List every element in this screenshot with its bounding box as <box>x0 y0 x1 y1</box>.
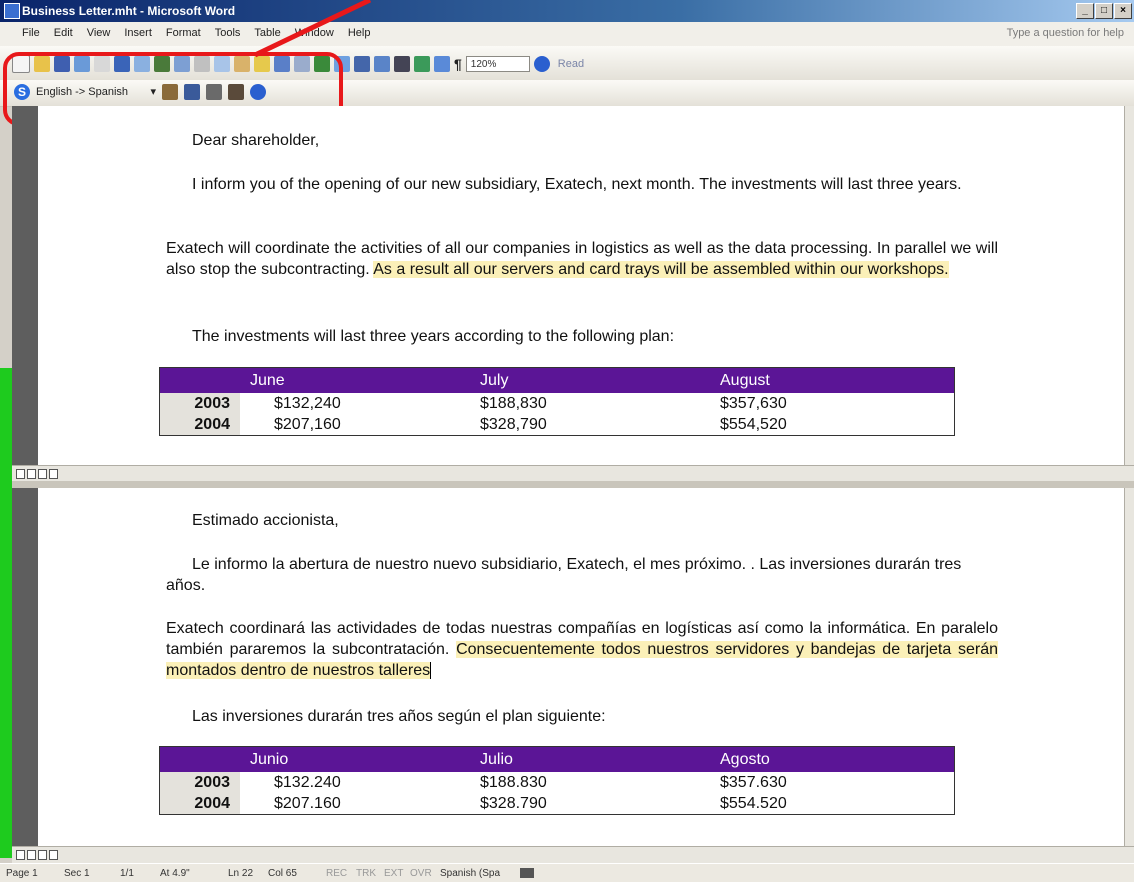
year-cell: 2003 <box>159 772 240 793</box>
view-buttons[interactable] <box>16 850 58 860</box>
status-position: At 4.9" <box>160 868 190 879</box>
green-edge <box>0 368 12 858</box>
paragraph-3-english: The investments will last three years ac… <box>192 328 675 345</box>
year-cell: 2003 <box>159 393 240 414</box>
drawing-icon[interactable] <box>414 56 430 72</box>
table-cell: $132,240 <box>274 394 341 412</box>
status-section: Sec 1 <box>64 868 90 879</box>
menu-insert[interactable]: Insert <box>122 27 154 39</box>
status-language[interactable]: Spanish (Spa <box>440 868 500 879</box>
year-cell: 2004 <box>159 793 240 815</box>
table-cell: $207.160 <box>274 794 341 812</box>
window-title: Business Letter.mht - Microsoft Word <box>22 4 236 18</box>
status-trk[interactable]: TRK <box>356 868 376 879</box>
show-formatting-icon[interactable]: ¶ <box>454 56 462 72</box>
minimize-button[interactable]: _ <box>1076 3 1094 19</box>
table-cell: $328,790 <box>480 415 547 433</box>
menu-bar: File Edit View Insert Format Tools Table… <box>0 22 1134 47</box>
year-cell: 2004 <box>159 414 240 436</box>
table-cell: $132.240 <box>274 773 341 791</box>
greeting-english: Dear shareholder, <box>192 132 320 149</box>
status-pages: 1/1 <box>120 868 134 879</box>
left-gutter-top <box>12 106 38 465</box>
table-header: June <box>240 367 480 393</box>
text-cursor <box>430 662 432 679</box>
read-button[interactable]: Read <box>558 58 584 70</box>
left-gutter-bottom <box>12 488 38 846</box>
paragraph-1-english: I inform you of the opening of our new s… <box>192 176 962 193</box>
help-search-input[interactable]: Type a question for help <box>1007 27 1124 39</box>
maximize-button[interactable]: □ <box>1095 3 1113 19</box>
status-bar: Page 1 Sec 1 1/1 At 4.9" Ln 22 Col 65 RE… <box>0 863 1134 882</box>
document-map-icon[interactable] <box>434 56 450 72</box>
table-header: August <box>720 367 955 393</box>
annotation-arrow <box>253 0 372 58</box>
split-bar[interactable] <box>12 481 1134 488</box>
close-button[interactable]: × <box>1114 3 1132 19</box>
status-line: Ln 22 <box>228 868 254 879</box>
table-cell: $554.520 <box>720 794 787 812</box>
menu-view[interactable]: View <box>85 27 113 39</box>
menu-file[interactable]: File <box>20 27 42 39</box>
word-app-icon <box>4 3 20 19</box>
paragraph-1-spanish: Le informo la abertura de nuestro nuevo … <box>166 556 962 594</box>
paragraph-3-spanish: Las inversiones durarán tres años según … <box>192 708 606 725</box>
spelling-status-icon[interactable] <box>520 868 534 878</box>
table-header: July <box>480 367 720 393</box>
document-pane-english[interactable]: Dear shareholder, I inform you of the op… <box>38 106 1124 465</box>
table-header: Agosto <box>720 746 955 772</box>
table-row: 2004 $207.160 $328.790 $554.520 <box>159 793 955 815</box>
vertical-scrollbar-top[interactable] <box>1124 106 1134 465</box>
highlighted-sentence-english: As a result all our servers and card tra… <box>373 261 949 278</box>
status-rec[interactable]: REC <box>326 868 347 879</box>
investment-table-english: June July August 2003 $132,240 $188,830 … <box>159 367 955 436</box>
title-bar: Business Letter.mht - Microsoft Word _ □… <box>0 0 1134 22</box>
paragraph-2-english: Exatech will coordinate the activities o… <box>166 238 998 280</box>
zoom-select[interactable]: 120% <box>465 56 530 72</box>
table-row: 2003 $132,240 $188,830 $357,630 <box>159 393 955 414</box>
table-row: 2004 $207,160 $328,790 $554,520 <box>159 414 955 436</box>
table-cell: $357,630 <box>720 394 787 412</box>
status-page: Page 1 <box>6 868 38 879</box>
greeting-spanish: Estimado accionista, <box>192 512 339 529</box>
table-row: 2003 $132.240 $188.830 $357.630 <box>159 772 955 793</box>
table-cell: $328.790 <box>480 794 547 812</box>
table-header: Julio <box>480 746 720 772</box>
document-pane-spanish[interactable]: Estimado accionista, Le informo la abert… <box>38 488 1124 846</box>
table-cell: $188,830 <box>480 394 547 412</box>
help-icon[interactable] <box>533 56 550 72</box>
table-header: Junio <box>240 746 480 772</box>
vertical-scrollbar-bottom[interactable] <box>1124 488 1134 846</box>
table-cell: $207,160 <box>274 415 341 433</box>
menu-edit[interactable]: Edit <box>52 27 75 39</box>
horizontal-scrollbar-bottom[interactable] <box>12 846 1134 864</box>
paragraph-2-spanish: Exatech coordinará las actividades de to… <box>166 618 998 681</box>
status-ext[interactable]: EXT <box>384 868 403 879</box>
table-cell: $357.630 <box>720 773 787 791</box>
view-buttons[interactable] <box>16 469 58 479</box>
table-cell: $188.830 <box>480 773 547 791</box>
status-ovr[interactable]: OVR <box>410 868 432 879</box>
columns-icon[interactable] <box>394 56 410 72</box>
table-cell: $554,520 <box>720 415 787 433</box>
investment-table-spanish: Junio Julio Agosto 2003 $132.240 $188.83… <box>159 746 955 815</box>
menu-format[interactable]: Format <box>164 27 203 39</box>
status-column: Col 65 <box>268 868 297 879</box>
